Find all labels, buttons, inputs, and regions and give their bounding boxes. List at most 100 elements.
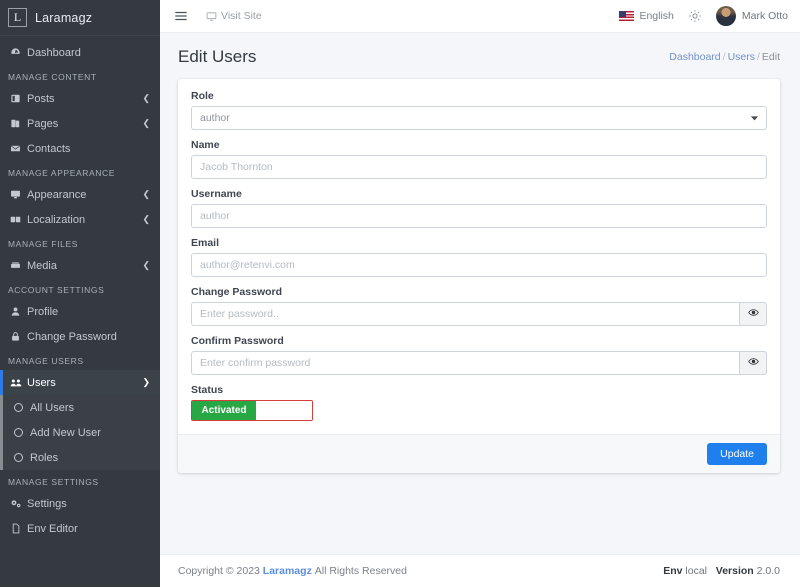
change-password-input[interactable] xyxy=(191,302,739,326)
chevron-left-icon: ❮ xyxy=(142,93,150,103)
chevron-left-icon: ❮ xyxy=(142,214,150,224)
card-body: Role author Name Jacob Thornton Username… xyxy=(178,79,780,434)
us-flag-icon xyxy=(619,11,635,21)
avatar xyxy=(715,6,736,26)
confirm-password-group xyxy=(191,351,767,375)
form-group-confirm-password: Confirm Password xyxy=(191,335,767,375)
sidebar-item-label: Posts xyxy=(27,92,55,105)
eye-icon xyxy=(747,354,759,372)
circle-icon xyxy=(14,453,23,462)
email-input[interactable] xyxy=(191,253,767,277)
update-button[interactable]: Update xyxy=(707,443,767,465)
visit-site-link[interactable]: Visit Site xyxy=(206,10,262,22)
sidebar-item-change-password[interactable]: Change Password xyxy=(0,324,160,349)
language-label: English xyxy=(639,10,674,22)
user-menu[interactable]: Mark Otto xyxy=(715,6,788,26)
sidebar-item-settings[interactable]: Settings xyxy=(0,491,160,516)
role-label: Role xyxy=(191,90,214,102)
sidebar-item-appearance[interactable]: Appearance ❮ xyxy=(0,182,160,207)
status-toggle-on-label: Activated xyxy=(192,401,256,420)
sidebar-item-roles[interactable]: Roles xyxy=(0,445,160,470)
sidebar-section-account-settings: ACCOUNT SETTINGS xyxy=(8,285,105,295)
eye-icon xyxy=(747,305,759,323)
role-select-wrapper: author xyxy=(191,106,767,130)
sidebar-item-label: Localization xyxy=(27,213,86,226)
sidebar-item-env-editor[interactable]: Env Editor xyxy=(0,516,160,541)
sidebar-item-profile[interactable]: Profile xyxy=(0,299,160,324)
sidebar-item-label: Profile xyxy=(27,305,59,318)
sidebar-nav: Dashboard MANAGE CONTENT Posts ❮ Pages ❮ xyxy=(0,36,160,541)
breadcrumb-separator: / xyxy=(756,51,760,63)
confirm-password-label: Confirm Password xyxy=(191,335,284,347)
sidebar-section-manage-appearance: MANAGE APPEARANCE xyxy=(8,168,116,178)
sidebar-section-manage-users: MANAGE USERS xyxy=(8,356,84,366)
change-password-group xyxy=(191,302,767,326)
name-input[interactable] xyxy=(191,155,767,179)
posts-icon xyxy=(8,93,23,104)
user-name-label: Mark Otto xyxy=(741,10,788,22)
change-password-label: Change Password xyxy=(191,286,283,298)
chevron-left-icon: ❮ xyxy=(142,189,150,199)
form-group-email: Email xyxy=(191,237,767,277)
breadcrumb-item-dashboard[interactable]: Dashboard xyxy=(669,51,720,63)
hamburger-icon[interactable] xyxy=(174,9,188,23)
footer-copyright-prefix: Copyright © 2023 xyxy=(178,565,260,577)
circle-icon xyxy=(14,403,23,412)
sidebar-item-all-users[interactable]: All Users xyxy=(0,395,160,420)
footer-env-label: Env xyxy=(663,565,683,577)
footer-version-label: Version xyxy=(715,565,754,577)
sidebar-item-label: Contacts xyxy=(27,142,71,155)
sidebar-item-users[interactable]: Users ❯ xyxy=(0,370,160,395)
page-footer: Copyright © 2023 Laramagz All Rights Res… xyxy=(160,554,800,587)
toggle-confirm-password-visibility-button[interactable] xyxy=(739,351,767,375)
sidebar-item-label: Dashboard xyxy=(27,46,81,59)
brand[interactable]: L Laramagz xyxy=(0,0,160,36)
username-input[interactable] xyxy=(191,204,767,228)
language-icon xyxy=(8,214,23,225)
card-footer: Update xyxy=(178,434,780,473)
chevron-down-icon: ❯ xyxy=(142,377,150,387)
name-label: Name xyxy=(191,139,220,151)
app-root: L Laramagz Dashboard MANAGE CONTENT Post… xyxy=(0,0,800,587)
sidebar-item-add-new-user[interactable]: Add New User xyxy=(0,420,160,445)
sidebar-item-pages[interactable]: Pages ❮ xyxy=(0,111,160,136)
topbar: Visit Site English Mark Otto xyxy=(160,0,800,33)
content-header: Edit Users Dashboard / Users / Edit xyxy=(160,33,800,79)
language-selector[interactable]: English xyxy=(619,10,674,22)
edit-user-card: Role author Name Jacob Thornton Username… xyxy=(178,79,780,473)
footer-brand-link[interactable]: Laramagz xyxy=(263,565,312,577)
sidebar: L Laramagz Dashboard MANAGE CONTENT Post… xyxy=(0,0,160,587)
sidebar-item-label: Settings xyxy=(27,497,67,510)
sidebar-item-localization[interactable]: Localization ❮ xyxy=(0,207,160,232)
media-icon xyxy=(8,260,23,271)
form-group-status: Status Activated xyxy=(191,384,767,421)
sidebar-section-manage-files: MANAGE FILES xyxy=(8,239,79,249)
chevron-left-icon: ❮ xyxy=(142,260,150,270)
sidebar-item-contacts[interactable]: Contacts xyxy=(0,136,160,161)
sidebar-item-label: Env Editor xyxy=(27,522,78,535)
role-select[interactable]: author xyxy=(191,106,767,130)
breadcrumb-item-users[interactable]: Users xyxy=(728,51,755,63)
username-label: Username xyxy=(191,188,242,200)
sun-icon[interactable] xyxy=(688,9,702,23)
sidebar-item-posts[interactable]: Posts ❮ xyxy=(0,86,160,111)
visit-site-label: Visit Site xyxy=(221,10,262,22)
brand-logo-icon: L xyxy=(8,8,27,27)
pages-icon xyxy=(8,118,23,129)
sidebar-item-label: Media xyxy=(27,259,57,272)
cogs-icon xyxy=(8,498,23,509)
sidebar-item-media[interactable]: Media ❮ xyxy=(0,253,160,278)
status-toggle[interactable]: Activated xyxy=(191,400,313,421)
sidebar-subitem-label: All Users xyxy=(30,401,75,414)
toggle-password-visibility-button[interactable] xyxy=(739,302,767,326)
chevron-left-icon: ❮ xyxy=(142,118,150,128)
envelope-icon xyxy=(8,143,23,154)
topbar-right: English Mark Otto xyxy=(619,6,788,26)
circle-icon xyxy=(14,428,23,437)
footer-version-value: 2.0.0 xyxy=(756,565,780,577)
sidebar-item-dashboard[interactable]: Dashboard xyxy=(0,40,160,65)
lock-icon xyxy=(8,331,23,342)
confirm-password-input[interactable] xyxy=(191,351,739,375)
breadcrumb: Dashboard / Users / Edit xyxy=(669,51,780,63)
